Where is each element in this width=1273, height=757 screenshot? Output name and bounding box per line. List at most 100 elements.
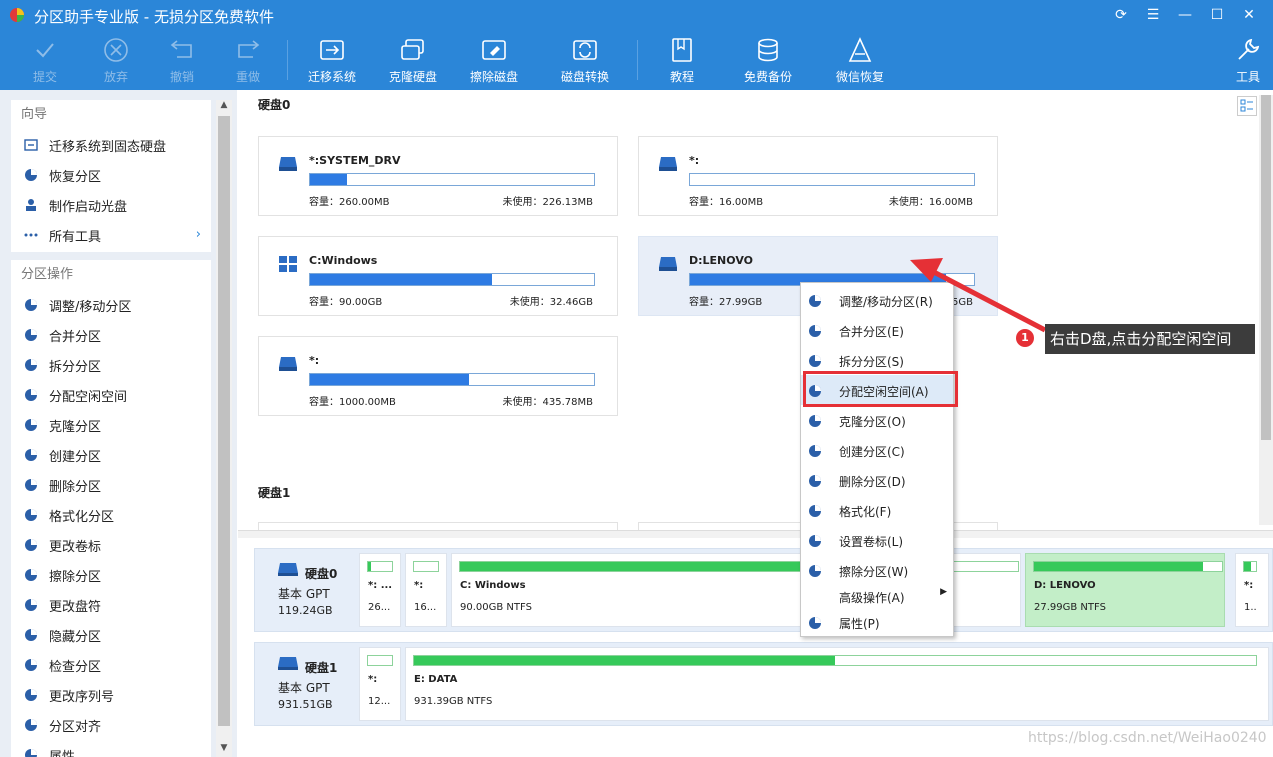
free-space-text: 未使用：16.00MB — [888, 197, 973, 208]
upper-scrollbar[interactable] — [1259, 95, 1273, 525]
sidebar-op-split[interactable]: 拆分分区 — [11, 350, 211, 380]
wizard-item-migrate-ssd[interactable]: 迁移系统到固态硬盘 — [11, 130, 211, 160]
partition-name: *: ... — [368, 580, 393, 591]
menu-icon[interactable]: ☰ — [1137, 4, 1169, 26]
partition-card-partial[interactable] — [258, 522, 618, 530]
menu-item-delete[interactable]: 删除分区(D) — [801, 465, 953, 495]
disk-map-partition[interactable]: *: ... 26... — [359, 553, 401, 627]
drive-icon — [279, 157, 297, 171]
migrate-icon — [23, 137, 39, 153]
partition-card[interactable]: *: 容量：16.00MB 未使用：16.00MB — [638, 136, 998, 216]
usage-bar-fill — [1034, 562, 1204, 571]
disk-row-0[interactable]: 硬盘0 基本 GPT 119.24GB *: ... 26... *: 16... C:… — [254, 548, 1273, 632]
disk0-title: 硬盘0 — [258, 98, 291, 112]
disk-map-partition[interactable]: *: 1.. — [1235, 553, 1269, 627]
sidebar-op-merge[interactable]: 合并分区 — [11, 320, 211, 350]
format-icon — [23, 507, 39, 523]
sidebar-op-label[interactable]: 更改卷标 — [11, 530, 211, 560]
hide-icon — [23, 627, 39, 643]
sidebar-op-hide[interactable]: 隐藏分区 — [11, 620, 211, 650]
drive-icon — [659, 257, 677, 271]
clone-disk-button[interactable]: 克隆硬盘 — [378, 34, 448, 88]
menu-item-properties[interactable]: 属性(P) — [801, 607, 953, 637]
partition-card[interactable]: *:SYSTEM_DRV 容量：260.00MB 未使用：226.13MB — [258, 136, 618, 216]
user-disc-icon — [23, 197, 39, 213]
wipe-icon — [23, 567, 39, 583]
close-button[interactable]: ✕ — [1233, 4, 1265, 26]
sidebar-op-delete[interactable]: 删除分区 — [11, 470, 211, 500]
menu-item-set-label[interactable]: 设置卷标(L) — [801, 525, 953, 555]
sidebar-op-check[interactable]: 检查分区 — [11, 650, 211, 680]
sidebar-op-format[interactable]: 格式化分区 — [11, 500, 211, 530]
view-toggle-button[interactable] — [1237, 96, 1257, 116]
scroll-down-icon[interactable]: ▼ — [216, 743, 232, 757]
free-backup-button[interactable]: 免费备份 — [733, 34, 803, 88]
disk-map-partition[interactable]: D: LENOVO 27.99GB NTFS — [1025, 553, 1225, 627]
top-bar: 分区助手专业版 - 无损分区免费软件 ⟳ ☰ — ☐ ✕ 提交 放弃 撤销 重做 — [0, 0, 1273, 90]
partition-card[interactable]: *: 容量：1000.00MB 未使用：435.78MB — [258, 336, 618, 416]
minimize-button[interactable]: — — [1169, 4, 1201, 26]
scroll-thumb[interactable] — [218, 116, 230, 726]
sidebar-op-clone[interactable]: 克隆分区 — [11, 410, 211, 440]
sidebar-op-serial[interactable]: 更改序列号 — [11, 680, 211, 710]
free-space-text: 未使用：32.46GB — [509, 297, 593, 308]
wechat-recovery-button[interactable]: 微信恢复 — [825, 34, 895, 88]
disk-map-partition[interactable]: *: 16... — [405, 553, 447, 627]
sidebar-op-wipe[interactable]: 擦除分区 — [11, 560, 211, 590]
wizard-item-all-tools[interactable]: 所有工具 › — [11, 220, 211, 250]
partition-name: *: — [309, 354, 320, 367]
tutorial-button[interactable]: 教程 — [647, 34, 717, 88]
partition-name: D: LENOVO — [1034, 580, 1096, 591]
disk-convert-icon — [573, 40, 597, 60]
usage-bar — [309, 273, 595, 286]
sidebar-op-properties[interactable]: 属性 — [11, 740, 211, 757]
maximize-button[interactable]: ☐ — [1201, 4, 1233, 26]
disk-info: 硬盘1 基本 GPT 931.51GB — [255, 643, 355, 725]
sidebar-op-create[interactable]: 创建分区 — [11, 440, 211, 470]
clone-disk-icon — [401, 39, 424, 60]
redo-button[interactable]: 重做 — [213, 34, 283, 88]
tools-button[interactable]: 工具 — [1213, 34, 1273, 88]
menu-item-format[interactable]: 格式化(F) — [801, 495, 953, 525]
wrench-icon — [1238, 38, 1260, 60]
wizard-item-boot-disc[interactable]: 制作启动光盘 — [11, 190, 211, 220]
usage-bar — [367, 561, 393, 572]
migrate-disk-icon — [320, 40, 344, 60]
watermark: https://blog.csdn.net/WeiHao0240 — [1028, 730, 1267, 746]
usage-bar — [309, 373, 595, 386]
disk-map: 硬盘0 基本 GPT 119.24GB *: ... 26... *: 16... C:… — [238, 538, 1273, 757]
usage-bar-fill — [414, 656, 835, 665]
sidebar-op-allocate[interactable]: 分配空闲空间 — [11, 380, 211, 410]
disk-row-1[interactable]: 硬盘1 基本 GPT 931.51GB *: 12... E: DATA 931.39… — [254, 642, 1273, 726]
scroll-thumb[interactable] — [1261, 95, 1271, 440]
wipe-disk-button[interactable]: 擦除磁盘 — [459, 34, 529, 88]
submit-button[interactable]: 提交 — [10, 34, 80, 88]
menu-item-create[interactable]: 创建分区(C) — [801, 435, 953, 465]
undo-button[interactable]: 撤销 — [147, 34, 217, 88]
discard-button[interactable]: 放弃 — [81, 34, 151, 88]
wizard-item-recover-partition[interactable]: 恢复分区 — [11, 160, 211, 190]
migrate-system-button[interactable]: 迁移系统 — [297, 34, 367, 88]
scroll-up-icon[interactable]: ▲ — [216, 100, 232, 114]
partition-info: 16... — [414, 602, 437, 613]
refresh-icon[interactable]: ⟳ — [1105, 4, 1137, 26]
list-view-icon — [1240, 99, 1253, 112]
sidebar-op-align[interactable]: 分区对齐 — [11, 710, 211, 740]
drive-icon — [279, 357, 297, 371]
disk-map-partition[interactable]: E: DATA 931.39GB NTFS — [405, 647, 1269, 721]
menu-item-clone[interactable]: 克隆分区(O) — [801, 405, 953, 435]
disk-map-partition[interactable]: *: 12... — [359, 647, 401, 721]
sidebar-op-letter[interactable]: 更改盘符 — [11, 590, 211, 620]
disk1-title: 硬盘1 — [258, 486, 291, 500]
sidebar-op-resize[interactable]: 调整/移动分区 — [11, 290, 211, 320]
disk-convert-button[interactable]: 磁盘转换 — [550, 34, 620, 88]
left-scrollbar[interactable]: ▲ ▼ — [216, 100, 232, 757]
create-icon — [807, 443, 823, 459]
partition-info: 27.99GB NTFS — [1034, 602, 1106, 613]
partition-card[interactable]: C:Windows 容量：90.00GB 未使用：32.46GB — [258, 236, 618, 316]
free-space-text: 未使用：226.13MB — [502, 197, 593, 208]
book-icon — [672, 38, 692, 62]
pane-splitter[interactable] — [238, 530, 1273, 538]
usage-bar-fill — [368, 562, 372, 571]
usage-bar — [689, 173, 975, 186]
